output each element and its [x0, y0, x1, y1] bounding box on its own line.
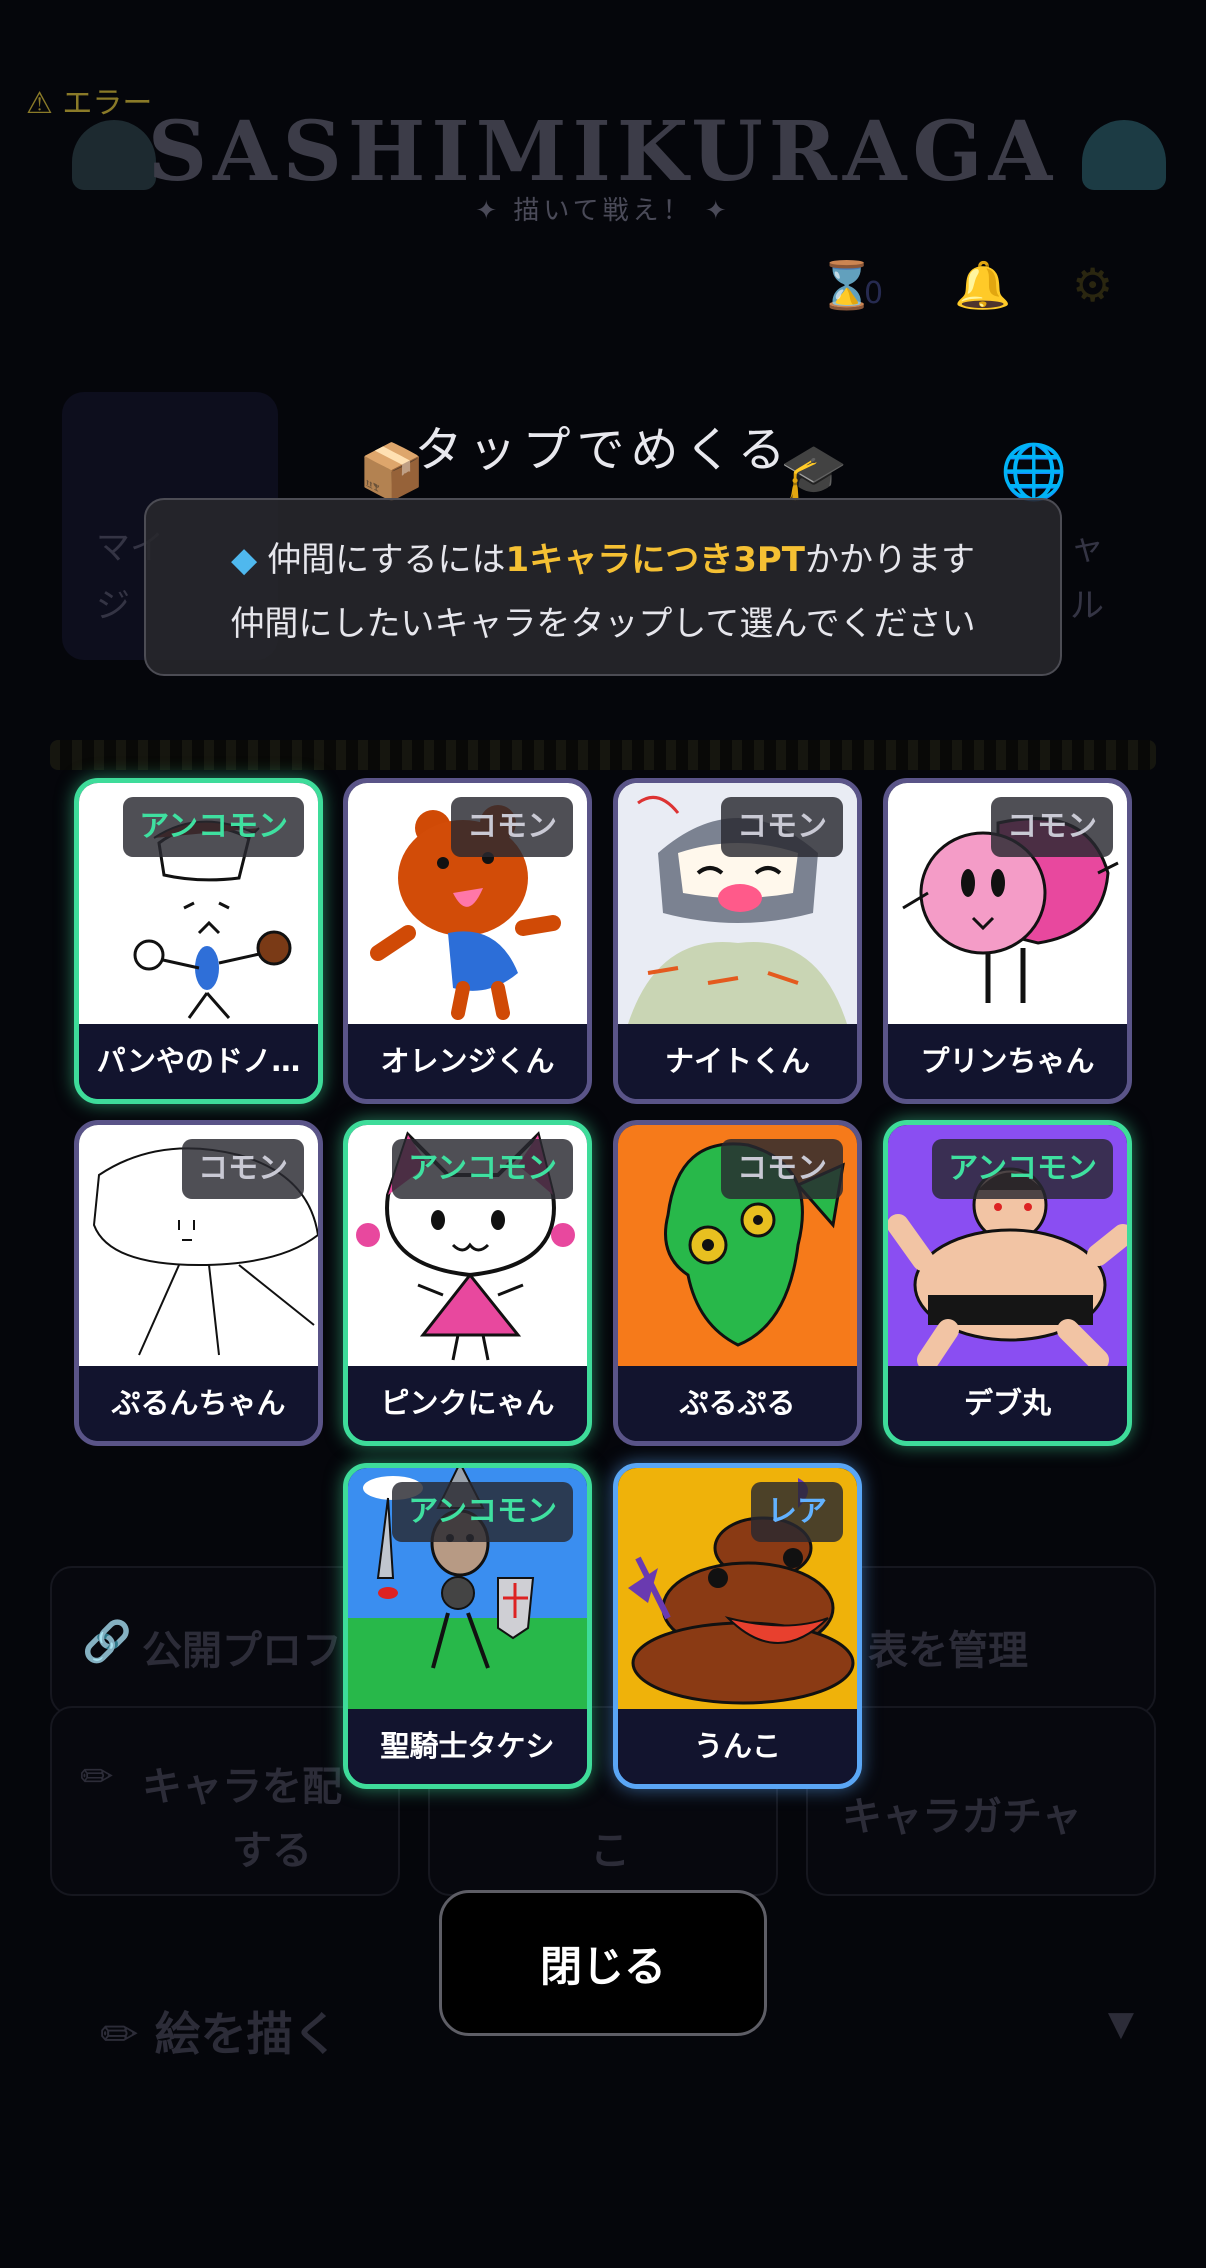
character-card[interactable]: アンコモンピンクにゃん	[343, 1120, 592, 1446]
character-name: ぷるぷる	[618, 1366, 857, 1441]
character-card[interactable]: コモンプリンちゃん	[883, 778, 1132, 1104]
character-card[interactable]: コモンぷるんちゃん	[74, 1120, 323, 1446]
rarity-badge: コモン	[451, 797, 573, 857]
rarity-badge: コモン	[991, 797, 1113, 857]
character-name: デブ丸	[888, 1366, 1127, 1441]
character-name: プリンちゃん	[888, 1024, 1127, 1099]
rarity-badge: アンコモン	[123, 797, 304, 857]
rarity-badge: コモン	[721, 1139, 843, 1199]
character-name: オレンジくん	[348, 1024, 587, 1099]
rarity-badge: コモン	[721, 797, 843, 857]
rarity-badge: アンコモン	[932, 1139, 1113, 1199]
character-name: パンやのドノ…	[79, 1024, 318, 1099]
character-name: ぷるんちゃん	[79, 1366, 318, 1441]
rarity-badge: レア	[751, 1482, 843, 1542]
character-card[interactable]: コモンオレンジくん	[343, 778, 592, 1104]
character-card[interactable]: コモンぷるぷる	[613, 1120, 862, 1446]
character-name: ナイトくん	[618, 1024, 857, 1099]
rarity-badge: アンコモン	[392, 1482, 573, 1542]
character-card[interactable]: アンコモンデブ丸	[883, 1120, 1132, 1446]
character-card[interactable]: レアうんこ	[613, 1463, 862, 1789]
character-name: ピンクにゃん	[348, 1366, 587, 1441]
character-name: 聖騎士タケシ	[348, 1709, 587, 1784]
close-button[interactable]: 閉じる	[439, 1890, 767, 2036]
character-card[interactable]: アンコモンパンやのドノ…	[74, 778, 323, 1104]
rarity-badge: コモン	[182, 1139, 304, 1199]
character-name: うんこ	[618, 1709, 857, 1784]
character-card[interactable]: コモンナイトくん	[613, 778, 862, 1104]
character-card[interactable]: アンコモン聖騎士タケシ	[343, 1463, 592, 1789]
rarity-badge: アンコモン	[392, 1139, 573, 1199]
